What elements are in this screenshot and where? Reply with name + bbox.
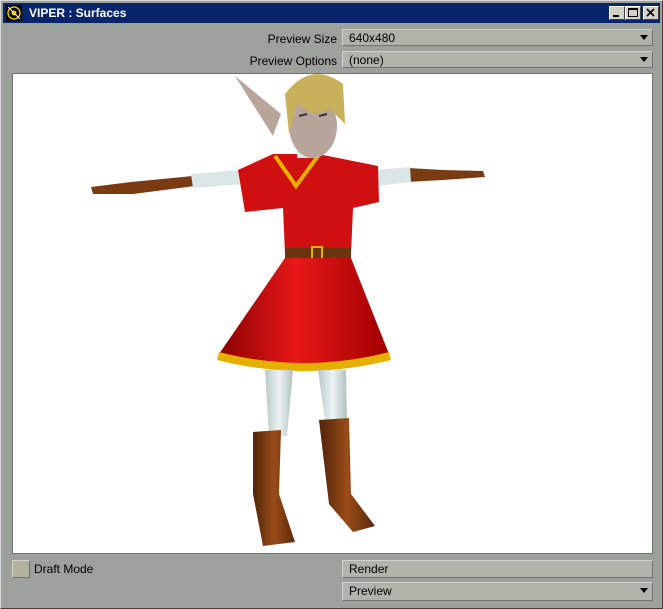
preview-options-label: Preview Options [249, 54, 337, 68]
preview-options-dropdown[interactable]: (none) [342, 51, 653, 68]
maximize-button[interactable] [625, 6, 641, 20]
preview-value: Preview [349, 584, 392, 598]
chevron-down-icon [640, 35, 648, 40]
render-viewport[interactable] [12, 73, 653, 554]
render-button[interactable]: Render [342, 560, 653, 578]
preview-size-label: Preview Size [267, 32, 337, 46]
maximize-icon [628, 8, 638, 17]
chevron-down-icon [640, 588, 648, 593]
minimize-icon [613, 15, 619, 17]
minimize-button[interactable] [609, 6, 625, 20]
render-button-label: Render [349, 562, 389, 576]
preview-size-dropdown[interactable]: 640x480 [342, 29, 653, 46]
preview-size-value: 640x480 [349, 31, 396, 45]
close-icon [646, 8, 655, 17]
chevron-down-icon [640, 57, 648, 62]
draft-mode-label: Draft Mode [34, 562, 94, 576]
character-render [91, 74, 485, 546]
viper-app-icon [6, 5, 22, 21]
viper-window: VIPER : Surfaces Preview Size 640x480 Pr… [0, 0, 663, 609]
draft-mode-checkbox[interactable] [12, 560, 30, 578]
title-bar[interactable]: VIPER : Surfaces [3, 3, 660, 23]
window-title: VIPER : Surfaces [29, 6, 127, 20]
close-button[interactable] [643, 6, 659, 20]
preview-options-value: (none) [349, 53, 384, 67]
preview-dropdown[interactable]: Preview [342, 582, 653, 601]
